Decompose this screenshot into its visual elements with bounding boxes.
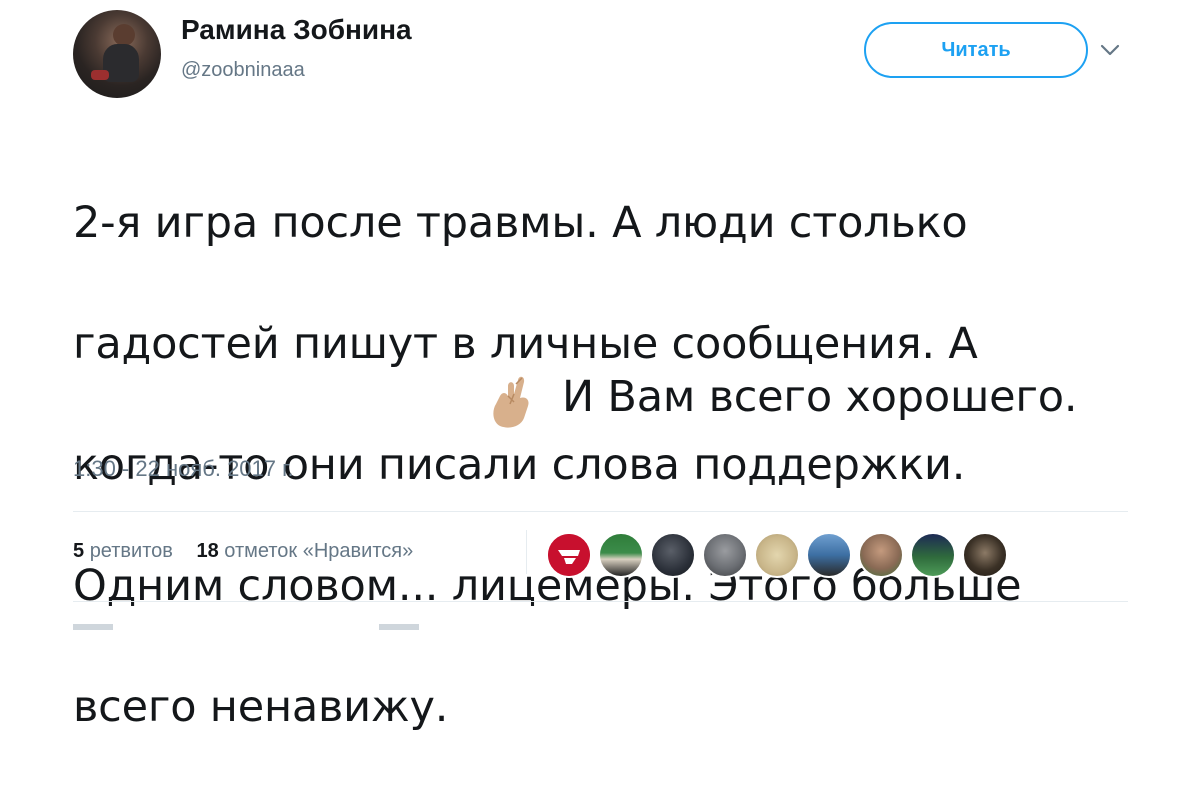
avatar-figure-detail [91,70,109,80]
liker-avatar[interactable] [650,532,696,578]
spartak-logo-icon [548,534,590,576]
tweet-text-line: гадостей пишут в личные сообщения. А [73,318,978,369]
likes-stat[interactable]: 18 отметок «Нравится» [196,540,413,562]
liker-avatar[interactable] [806,532,852,578]
likes-count: 18 [196,540,219,562]
author-avatar[interactable] [73,10,161,98]
retweets-stat[interactable]: 5 ретвитов [73,540,173,562]
crossed-fingers-emoji-icon [493,376,529,428]
liker-avatar[interactable] [702,532,748,578]
retweets-count: 5 [73,540,85,562]
liker-avatar[interactable] [858,532,904,578]
likes-label: отметок «Нравится» [224,540,414,562]
tweet-text-after-emoji: И Вам всего хорошего. [562,372,1078,422]
tweet-stats: 5 ретвитов 18 отметок «Нравится» [73,540,431,563]
stats-separator [526,530,527,574]
chevron-down-icon[interactable] [1099,42,1121,58]
divider-top [73,511,1128,512]
liker-avatar[interactable] [754,532,800,578]
retweets-label: ретвитов [89,540,173,562]
tweet-timestamp[interactable]: 1:30 - 22 нояб. 2017 г. [73,456,294,482]
liker-avatar[interactable] [546,532,592,578]
divider-bottom [73,601,1128,602]
avatar-figure-head [113,24,135,46]
author-handle[interactable]: @zoobninaaa [181,59,305,82]
tweet-text-line: 2-я игра после травмы. А люди столько [73,197,968,248]
liker-avatar[interactable] [910,532,956,578]
tweet-text-line: всего ненавижу. [73,681,449,732]
liker-avatar[interactable] [962,532,1008,578]
follow-button[interactable]: Читать [864,22,1088,78]
liker-avatar[interactable] [598,532,644,578]
author-name[interactable]: Рамина Зобнина [181,14,412,46]
truncated-next-row [73,624,419,630]
likers-avatars [546,532,1014,580]
